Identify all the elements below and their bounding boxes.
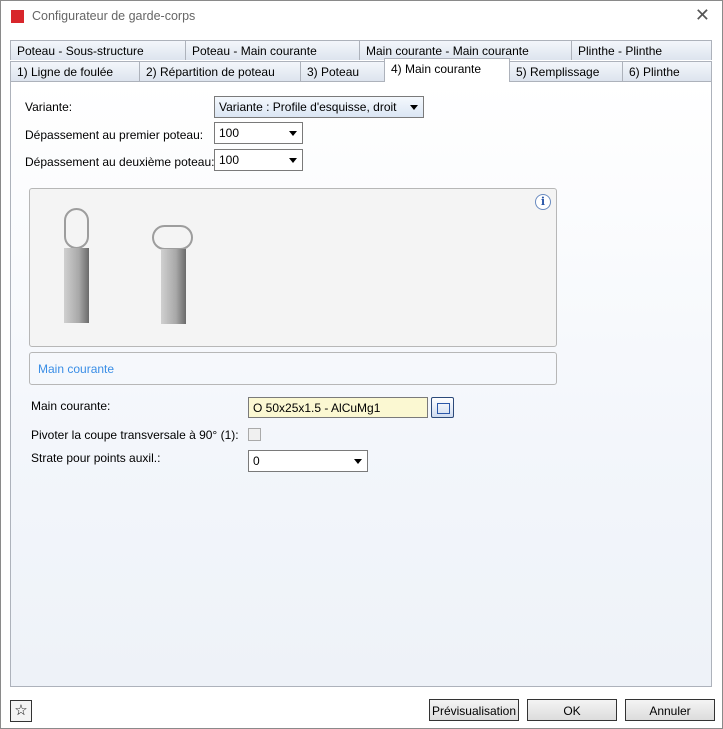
dep2-label: Dépassement au deuxième poteau:: [25, 155, 215, 169]
cancel-button[interactable]: Annuler: [625, 699, 715, 721]
ok-button[interactable]: OK: [527, 699, 617, 721]
favorites-star-button[interactable]: ☆: [10, 700, 32, 722]
tab-main-courante[interactable]: 4) Main courante: [384, 58, 510, 82]
tab-poteau-sous-structure[interactable]: Poteau - Sous-structure: [10, 40, 186, 60]
dep1-label: Dépassement au premier poteau:: [25, 128, 204, 142]
info-icon[interactable]: i: [535, 194, 551, 210]
window-title: Configurateur de garde-corps: [32, 9, 196, 23]
strate-dropdown[interactable]: 0: [248, 450, 368, 472]
tab-poteau-main-courante[interactable]: Poteau - Main courante: [185, 40, 360, 60]
chevron-down-icon: [354, 459, 362, 464]
post-shape: [64, 248, 89, 323]
dep2-dropdown[interactable]: 100: [214, 149, 303, 171]
preview-button[interactable]: Prévisualisation: [429, 699, 519, 721]
tab-plinthe[interactable]: 6) Plinthe: [622, 61, 712, 81]
tab-main-courante-main-courante[interactable]: Main courante - Main courante: [359, 40, 572, 60]
tab-plinthe-plinthe[interactable]: Plinthe - Plinthe: [571, 40, 712, 60]
pivot-checkbox[interactable]: [248, 428, 261, 441]
preview-image: i: [29, 188, 557, 347]
oval-profile-horizontal: [152, 225, 193, 250]
group-title: Main courante: [38, 362, 115, 376]
dep1-value: 100: [219, 126, 240, 140]
variante-value: Variante : Profile d'esquisse, droit: [219, 100, 397, 114]
strate-value: 0: [253, 454, 260, 468]
app-logo-icon: [10, 9, 25, 24]
dep2-value: 100: [219, 153, 240, 167]
strate-label: Strate pour points auxil.:: [31, 451, 161, 465]
dialog-window: Configurateur de garde-corps ✕ Poteau - …: [0, 0, 723, 729]
close-icon[interactable]: ✕: [695, 5, 710, 26]
variante-dropdown[interactable]: Variante : Profile d'esquisse, droit: [214, 96, 424, 118]
tab-remplissage[interactable]: 5) Remplissage: [509, 61, 623, 81]
library-icon[interactable]: [431, 397, 454, 418]
tab-poteau[interactable]: 3) Poteau: [300, 61, 385, 81]
tab-repartition-de-poteau[interactable]: 2) Répartition de poteau: [139, 61, 301, 81]
main-courante-field[interactable]: O 50x25x1.5 - AlCuMg1: [248, 397, 428, 418]
post-shape: [161, 249, 186, 324]
chevron-down-icon: [289, 131, 297, 136]
pivot-label: Pivoter la coupe transversale à 90° (1):: [31, 428, 239, 442]
chevron-down-icon: [410, 105, 418, 110]
variante-label: Variante:: [25, 100, 73, 114]
title-bar: Configurateur de garde-corps ✕: [1, 1, 722, 32]
tab-ligne-de-foulee[interactable]: 1) Ligne de foulée: [10, 61, 140, 81]
chevron-down-icon: [289, 158, 297, 163]
main-courante-group: Main courante: [29, 352, 557, 385]
dep1-dropdown[interactable]: 100: [214, 122, 303, 144]
star-icon: ☆: [14, 702, 28, 719]
main-courante-label: Main courante:: [31, 399, 111, 413]
oval-profile-vertical: [64, 208, 89, 249]
